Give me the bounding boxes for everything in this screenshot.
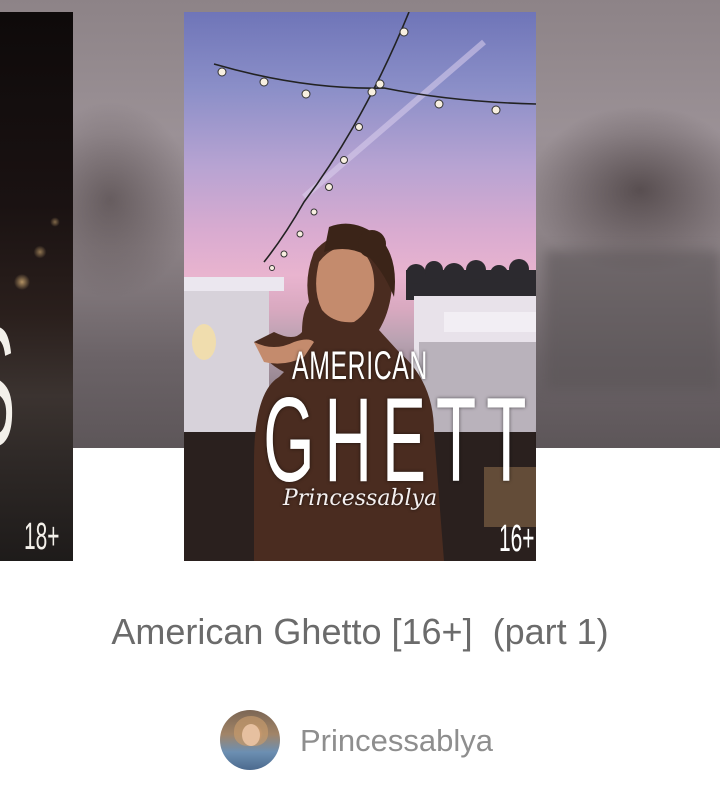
cover-age-rating: 16+ [498,518,534,560]
story-title: American Ghetto [16+] (part 1) [111,611,609,652]
author-link[interactable]: Princessablya [220,710,493,770]
cover-title-fragment: S [0,302,15,472]
author-name[interactable]: Princessablya [300,725,493,756]
cover-title-line2: GHETTO [263,373,536,507]
story-cover[interactable]: AMERICAN GHETTO Princessablya 16+ [184,12,536,561]
cover-age-rating: 18+ [24,516,60,558]
previous-story-cover[interactable]: S 18+ [0,12,73,561]
author-avatar[interactable] [220,710,280,770]
story-detail-screen: S 18+ [0,0,720,798]
cover-author-signature: Princessablya [282,486,438,511]
